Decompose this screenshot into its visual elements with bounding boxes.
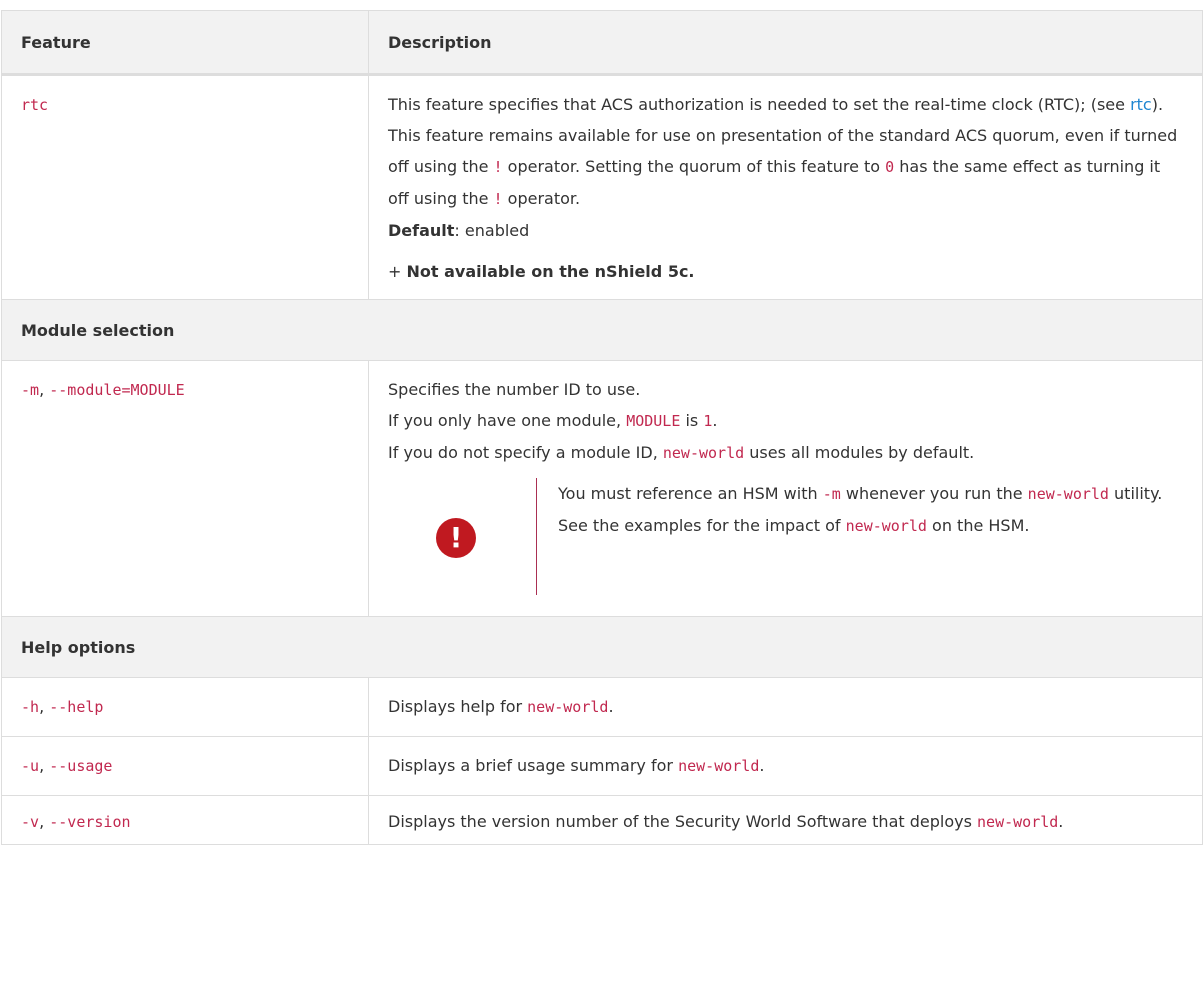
table-row-module: -m, --module=MODULE Specifies the number… (1, 360, 1203, 617)
bang-operator-code: ! (493, 158, 503, 176)
section-row-module: Module selection (1, 299, 1203, 361)
usage-description-cell: Displays a brief usage summary for new-w… (368, 736, 1203, 796)
new-world-code: new-world (977, 813, 1059, 831)
availability-note: Not available on the nShield 5c. (406, 262, 695, 281)
options-table: Feature Description rtc This feature spe… (1, 10, 1203, 845)
default-label: Default (388, 221, 455, 240)
module-desc-text: uses all modules by default. (744, 443, 975, 462)
usage-desc-text: . (759, 756, 765, 775)
help-description-cell: Displays help for new-world. (368, 677, 1203, 737)
warning-text-part: whenever you run the (840, 484, 1028, 503)
default-value: : enabled (454, 221, 530, 240)
section-title-module: Module selection (1, 299, 1203, 361)
warning-icon: ! (436, 518, 476, 558)
module-desc-text: is (680, 411, 704, 430)
new-world-code: new-world (662, 444, 745, 462)
new-world-code: new-world (1027, 485, 1109, 503)
module-desc-text: If you do not specify a module ID, (388, 443, 663, 462)
module-value-code: 1 (703, 412, 713, 430)
table-row-version: -v, --version Displays the version numbe… (1, 795, 1203, 845)
rtc-feature-cell: rtc (1, 74, 369, 300)
rtc-desc-text: operator. Setting the quorum of this fea… (502, 157, 886, 176)
m-option-code: -m (822, 485, 841, 503)
plus-marker: + (388, 262, 407, 281)
help-option-cell: -h, --help (1, 677, 369, 737)
new-world-code: new-world (845, 517, 927, 535)
header-feature: Feature (1, 10, 369, 76)
option-short-code: -u (21, 757, 40, 775)
rtc-desc-text: operator. (502, 189, 581, 208)
module-desc-text: . (712, 411, 718, 430)
module-desc-text: If you only have one module, (388, 411, 627, 430)
warning-text-part: on the HSM. (926, 516, 1030, 535)
rtc-link[interactable]: rtc (1130, 95, 1152, 114)
option-long-code: --usage (49, 757, 113, 775)
option-long-code: --module=MODULE (49, 381, 185, 399)
header-description: Description (368, 10, 1203, 76)
table-header-row: Feature Description (1, 10, 1203, 76)
option-short-code: -m (21, 381, 40, 399)
new-world-code: new-world (678, 757, 760, 775)
table-row-help: -h, --help Displays help for new-world. (1, 677, 1203, 737)
option-separator: , (39, 697, 50, 716)
usage-desc-text: Displays a brief usage summary for (388, 756, 679, 775)
table-row-usage: -u, --usage Displays a brief usage summa… (1, 736, 1203, 796)
section-row-help: Help options (1, 616, 1203, 678)
module-code: MODULE (626, 412, 681, 430)
option-short-code: -h (21, 698, 40, 716)
module-desc-line: Specifies the number ID to use. (388, 380, 641, 399)
rtc-code: rtc (21, 96, 49, 114)
bang-operator-code: ! (493, 190, 503, 208)
help-desc-text: Displays help for (388, 697, 528, 716)
new-world-code: new-world (527, 698, 609, 716)
version-desc-text: Displays the version number of the Secur… (388, 812, 978, 831)
option-long-code: --help (49, 698, 104, 716)
rtc-desc-text: This feature specifies that ACS authoriz… (388, 95, 1131, 114)
warning-text: You must reference an HSM with -m whenev… (558, 478, 1178, 542)
option-long-code: --version (49, 813, 131, 831)
version-option-cell: -v, --version (1, 795, 369, 845)
section-title-help: Help options (1, 616, 1203, 678)
usage-option-cell: -u, --usage (1, 736, 369, 796)
version-description-cell: Displays the version number of the Secur… (368, 795, 1203, 845)
module-option-cell: -m, --module=MODULE (1, 360, 369, 617)
version-desc-text: . (1058, 812, 1064, 831)
option-separator: , (39, 812, 50, 831)
table-row-rtc: rtc This feature specifies that ACS auth… (1, 74, 1203, 300)
help-desc-text: . (608, 697, 614, 716)
module-description-cell: Specifies the number ID to use. If you o… (368, 360, 1203, 617)
rtc-description-cell: This feature specifies that ACS authoriz… (368, 74, 1203, 300)
warning-admonition: ! You must reference an HSM with -m when… (388, 478, 1183, 604)
admonition-divider (536, 478, 537, 595)
option-separator: , (39, 756, 50, 775)
option-short-code: -v (21, 813, 40, 831)
zero-code: 0 (885, 158, 895, 176)
warning-text-part: You must reference an HSM with (558, 484, 823, 503)
option-separator: , (39, 380, 50, 399)
